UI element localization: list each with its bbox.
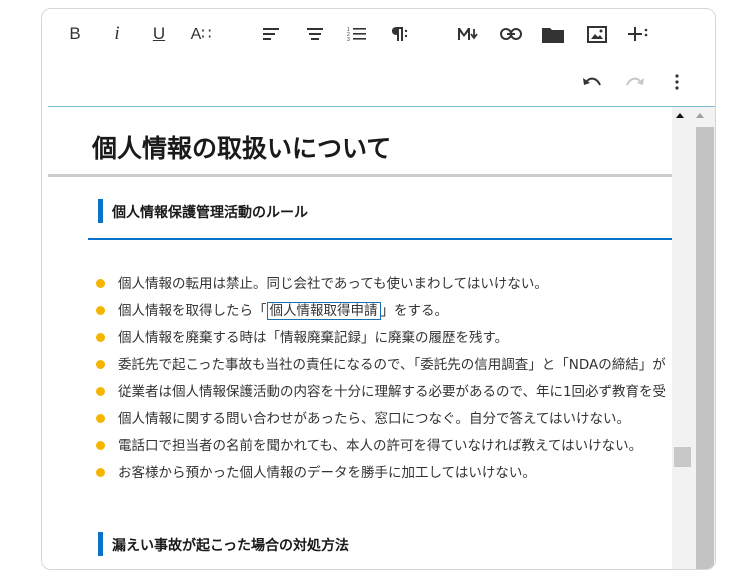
bullet-dot bbox=[96, 387, 105, 396]
rich-text-editor: B i U A∷ 123 個人情報の取扱いについて 個人情報保護管理活動のルール… bbox=[41, 8, 716, 570]
section-heading-incident: 漏えい事故が起こった場合の対処方法 bbox=[112, 538, 350, 554]
section-heading-bar bbox=[98, 199, 103, 223]
align-center-icon bbox=[307, 28, 323, 40]
image-icon bbox=[587, 25, 607, 43]
undo-icon bbox=[583, 77, 601, 86]
scrollbar-thumb[interactable] bbox=[696, 127, 714, 569]
vertical-scrollbar[interactable] bbox=[672, 107, 715, 569]
redo-icon bbox=[626, 77, 644, 86]
italic-label: i bbox=[114, 23, 120, 44]
bullet-dot bbox=[96, 414, 105, 423]
italic-button[interactable]: i bbox=[102, 19, 132, 49]
list-item: 電話口で担当者の名前を聞かれても、本人の許可を得ていなければ教えてはいけない。 bbox=[96, 436, 666, 463]
bold-button[interactable]: B bbox=[60, 19, 90, 49]
markdown-icon bbox=[458, 28, 478, 40]
align-left-icon bbox=[263, 28, 279, 40]
bullet-dot bbox=[96, 468, 105, 477]
title-rule bbox=[48, 174, 672, 177]
list-item-text: 従業者は個人情報保護活動の内容を十分に理解する必要があるので、年に1回必ず教育を… bbox=[118, 384, 667, 400]
paragraph-icon bbox=[392, 27, 408, 41]
insert-more-button[interactable] bbox=[624, 19, 654, 49]
link-button[interactable] bbox=[496, 19, 526, 49]
bold-label: B bbox=[69, 24, 81, 43]
bullet-dot bbox=[96, 441, 105, 450]
underline-button[interactable]: U bbox=[144, 19, 174, 49]
ordered-list-button[interactable]: 123 bbox=[342, 19, 372, 49]
list-item: 個人情報の転用は禁止。同じ会社であっても使いまわしてはいけない。 bbox=[96, 274, 666, 301]
scroll-up-arrow-icon[interactable] bbox=[676, 113, 684, 118]
list-item-text: 委託先で起こった事故も当社の責任になるので、「委託先の信用調査」と「NDAの締結… bbox=[118, 357, 666, 373]
list-item-text: 電話口で担当者の名前を聞かれても、本人の許可を得ていなければ教えてはいけない。 bbox=[118, 438, 643, 454]
list-item-text: 個人情報に関する問い合わせがあったら、窓口につなぐ。自分で答えてはいけない。 bbox=[118, 411, 631, 427]
markdown-button[interactable] bbox=[453, 19, 483, 49]
section-heading-bar bbox=[98, 532, 103, 556]
underline-label: U bbox=[152, 24, 166, 43]
svg-text:3: 3 bbox=[347, 37, 350, 42]
list-item: 個人情報を取得したら「 個人情報取得申請 」をする。 bbox=[96, 301, 666, 328]
image-button[interactable] bbox=[582, 19, 612, 49]
list-item: 従業者は個人情報保護活動の内容を十分に理解する必要があるので、年に1回必ず教育を… bbox=[96, 382, 666, 409]
rules-list: 個人情報の転用は禁止。同じ会社であっても使いまわしてはいけない。 個人情報を取得… bbox=[96, 274, 666, 490]
folder-button[interactable] bbox=[538, 19, 568, 49]
bullet-dot bbox=[96, 333, 105, 342]
editor-toolbar: B i U A∷ 123 bbox=[42, 9, 715, 107]
list-item: 委託先で起こった事故も当社の責任になるので、「委託先の信用調査」と「NDAの締結… bbox=[96, 355, 666, 382]
list-item-text: 」をする。 bbox=[380, 303, 449, 319]
more-options-button[interactable] bbox=[662, 67, 692, 97]
more-vert-icon bbox=[675, 74, 679, 90]
list-item-text: お客様から預かった個人情報のデータを勝手に加工してはいけない。 bbox=[118, 465, 536, 481]
font-size-button[interactable]: A∷ bbox=[186, 19, 216, 49]
font-size-label: A∷ bbox=[190, 26, 212, 43]
list-item-text: 個人情報の転用は禁止。同じ会社であっても使いまわしてはいけない。 bbox=[118, 276, 548, 292]
list-item: 個人情報を廃棄する時は「情報廃棄記録」に廃棄の履歴を残す。 bbox=[96, 328, 666, 355]
ordered-list-icon: 123 bbox=[347, 27, 366, 42]
section-heading-rule bbox=[88, 238, 672, 240]
list-item: 個人情報に関する問い合わせがあったら、窓口につなぐ。自分で答えてはいけない。 bbox=[96, 409, 666, 436]
align-left-button[interactable] bbox=[257, 19, 287, 49]
link-icon bbox=[500, 28, 522, 40]
align-center-button[interactable] bbox=[300, 19, 330, 49]
paragraph-button[interactable] bbox=[384, 19, 414, 49]
page-title: 個人情報の取扱いについて bbox=[92, 134, 392, 163]
list-item-text: 個人情報を廃棄する時は「情報廃棄記録」に廃棄の履歴を残す。 bbox=[118, 330, 509, 346]
bullet-dot bbox=[96, 360, 105, 369]
list-item-text: 個人情報を取得したら「 bbox=[118, 303, 267, 319]
insert-more-icon bbox=[628, 27, 648, 41]
list-item: お客様から預かった個人情報のデータを勝手に加工してはいけない。 bbox=[96, 463, 666, 490]
editor-content[interactable]: 個人情報の取扱いについて 個人情報保護管理活動のルール 個人情報の転用は禁止。同… bbox=[48, 107, 672, 569]
undo-button[interactable] bbox=[577, 67, 607, 97]
selected-text[interactable]: 個人情報取得申請 bbox=[266, 302, 381, 320]
bullet-dot bbox=[96, 306, 105, 315]
section-heading-rules: 個人情報保護管理活動のルール bbox=[112, 205, 308, 221]
bullet-dot bbox=[96, 279, 105, 288]
scroll-up-arrow-icon[interactable] bbox=[696, 113, 704, 118]
folder-icon bbox=[542, 27, 564, 43]
redo-button[interactable] bbox=[620, 67, 650, 97]
scrollbar-thumb[interactable] bbox=[674, 447, 691, 467]
